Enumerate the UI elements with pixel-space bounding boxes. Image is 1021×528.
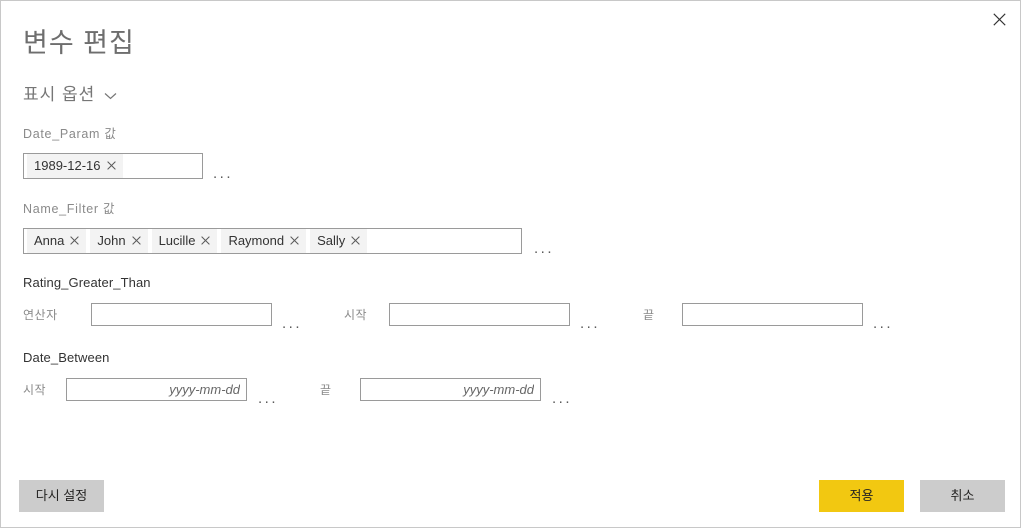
display-options-dropdown[interactable]: 표시 옵션 (23, 83, 117, 107)
token-label: 1989-12-16 (34, 158, 101, 173)
token[interactable]: John (90, 229, 148, 253)
token[interactable]: 1989-12-16 (27, 154, 123, 178)
token-label: Anna (34, 233, 65, 248)
token-remove-icon[interactable] (70, 233, 80, 248)
rating-end-label: 끝 (643, 308, 655, 322)
cancel-button[interactable]: 취소 (920, 480, 1005, 512)
rating-start-more-button[interactable]: ... (580, 316, 600, 331)
name-filter-more-button[interactable]: ... (534, 241, 554, 256)
token-label: Sally (317, 233, 346, 248)
page-title: 변수 편집 (23, 28, 135, 58)
rating-greater-than-label: Rating_Greater_Than (23, 275, 151, 290)
rating-start-input[interactable] (389, 303, 570, 326)
rating-end-more-button[interactable]: ... (873, 316, 893, 331)
date-between-label: Date_Between (23, 350, 110, 365)
close-icon (992, 12, 1006, 26)
date-param-label: Date_Param 값 (23, 127, 117, 141)
name-filter-label: Name_Filter 값 (23, 202, 116, 216)
date-between-start-label: 시작 (23, 383, 47, 397)
token[interactable]: Sally (310, 229, 368, 253)
close-button[interactable] (979, 2, 1019, 36)
date-param-more-button[interactable]: ... (213, 166, 233, 181)
rating-end-input[interactable] (682, 303, 863, 326)
date-between-end-label: 끝 (320, 383, 332, 397)
token[interactable]: Anna (27, 229, 87, 253)
token-remove-icon[interactable] (351, 233, 361, 248)
edit-variables-dialog: 변수 편집 표시 옵션 Date_Param 값 1989-12-16 ... … (0, 0, 1021, 528)
rating-operator-input[interactable] (91, 303, 272, 326)
token-remove-icon[interactable] (106, 158, 116, 173)
date-between-start-more-button[interactable]: ... (258, 391, 278, 406)
token-remove-icon[interactable] (290, 233, 299, 248)
rating-operator-label: 연산자 (23, 308, 58, 322)
rating-operator-more-button[interactable]: ... (282, 316, 302, 331)
token-label: Raymond (228, 233, 285, 248)
reset-button[interactable]: 다시 설정 (19, 480, 104, 512)
token[interactable]: Lucille (151, 229, 218, 253)
token[interactable]: Raymond (221, 229, 307, 253)
date-between-end-input[interactable] (360, 378, 541, 401)
date-between-end-more-button[interactable]: ... (552, 391, 572, 406)
token-remove-icon[interactable] (201, 233, 211, 248)
rating-start-label: 시작 (344, 308, 368, 322)
token-label: John (97, 233, 126, 248)
date-between-start-input[interactable] (66, 378, 247, 401)
apply-button[interactable]: 적용 (819, 480, 904, 512)
token-remove-icon[interactable] (131, 233, 141, 248)
chevron-down-icon (104, 83, 117, 107)
token-label: Lucille (158, 233, 196, 248)
date-param-token-input[interactable]: 1989-12-16 (23, 153, 203, 179)
name-filter-token-input[interactable]: Anna John Lucille Raymond Sally (23, 228, 522, 254)
display-options-label: 표시 옵션 (23, 85, 96, 104)
